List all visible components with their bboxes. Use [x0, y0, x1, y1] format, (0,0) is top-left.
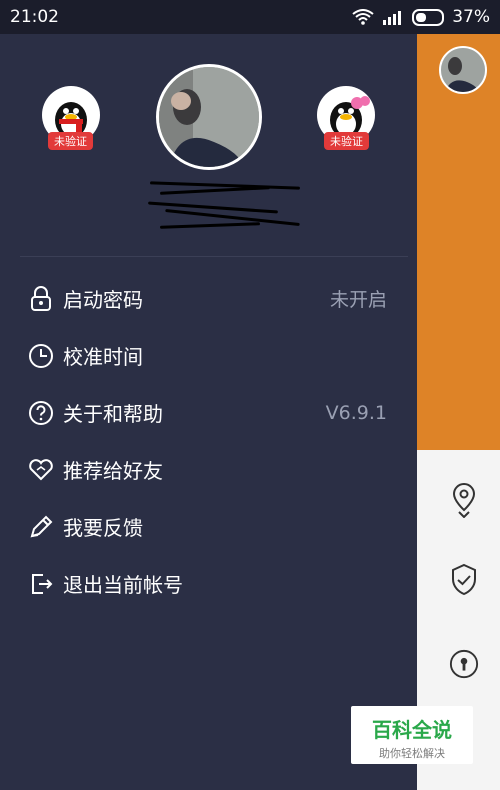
- menu-item-calibrate-time[interactable]: 校准时间: [0, 327, 417, 384]
- menu-item-about-help[interactable]: 关于和帮助 V6.9.1: [0, 384, 417, 441]
- unverified-badge-right: 未验证: [324, 132, 369, 150]
- wifi-icon: [352, 9, 374, 25]
- profile-photo-small: [441, 48, 485, 92]
- keyhole-icon[interactable]: [449, 646, 479, 682]
- lock-icon: [28, 285, 54, 312]
- menu-label: 关于和帮助: [63, 402, 163, 426]
- battery-percent: 37%: [452, 7, 490, 27]
- drawer-menu: 启动密码 未开启 校准时间 关于和帮助 V6.9.1 推荐给好友 我要反馈 退出…: [0, 270, 417, 612]
- profile-divider: [20, 256, 408, 257]
- menu-value: V6.9.1: [325, 401, 387, 424]
- menu-label: 启动密码: [63, 288, 143, 312]
- status-time: 21:02: [10, 7, 59, 27]
- menu-label: 我要反馈: [63, 516, 143, 540]
- help-icon: [28, 400, 54, 426]
- battery-icon: [412, 8, 445, 26]
- navigation-drawer: 未验证 未验证 启动密码 未开启 校准时间 关于和帮助 V6.9.1 推荐给好友…: [0, 34, 417, 790]
- status-right: 37%: [352, 7, 490, 27]
- heart-icon: [28, 457, 54, 483]
- menu-label: 退出当前帐号: [63, 573, 183, 597]
- menu-label: 校准时间: [63, 345, 143, 369]
- baike-watermark: 百科全说 助你轻松解决: [351, 706, 473, 764]
- menu-item-recommend-friend[interactable]: 推荐给好友: [0, 441, 417, 498]
- logout-icon: [28, 571, 54, 597]
- status-bar: 21:02 37%: [0, 0, 500, 34]
- signal-icon: [383, 11, 402, 25]
- menu-item-startup-password[interactable]: 启动密码 未开启: [0, 270, 417, 327]
- shield-check-icon[interactable]: [449, 562, 479, 598]
- main-header-area: [417, 34, 500, 450]
- clock-icon: [28, 343, 54, 369]
- menu-item-feedback[interactable]: 我要反馈: [0, 498, 417, 555]
- header-avatar[interactable]: [439, 46, 487, 94]
- unverified-badge-left: 未验证: [48, 132, 93, 150]
- main-content-peek: [417, 34, 500, 790]
- menu-label: 推荐给好友: [63, 459, 163, 483]
- location-pin-icon[interactable]: [449, 482, 479, 518]
- profile-photo: [159, 67, 259, 167]
- menu-value: 未开启: [329, 289, 387, 311]
- user-avatar[interactable]: [156, 64, 262, 170]
- menu-item-logout[interactable]: 退出当前帐号: [0, 555, 417, 612]
- watermark-title: 百科全说: [372, 718, 452, 742]
- watermark-subtitle: 助你轻松解决: [379, 747, 445, 760]
- pencil-icon: [28, 514, 54, 540]
